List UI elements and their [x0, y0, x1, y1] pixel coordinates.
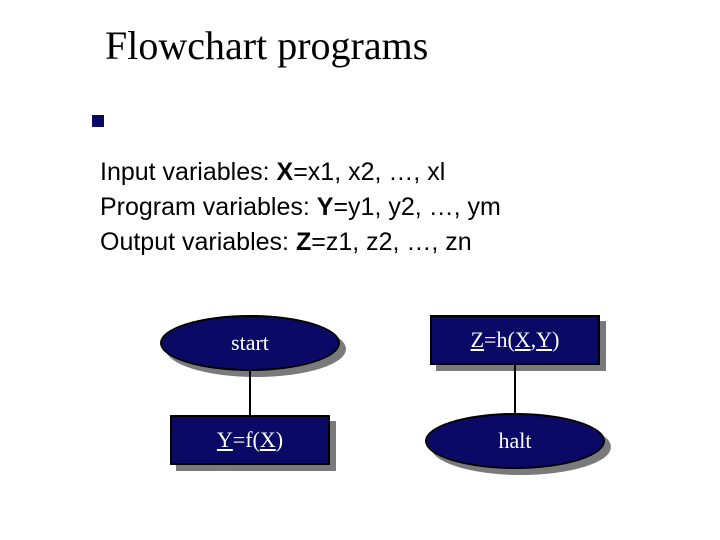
text: Input variables: [100, 158, 277, 186]
node-shape: start [160, 315, 340, 371]
text-underline: Y [217, 427, 233, 452]
assign-z-node: Z=h(X,Y) [430, 315, 600, 365]
node-label: start [231, 330, 269, 356]
slide: Flowchart programs Input variables: X=x1… [0, 0, 720, 540]
text: =x1, x2, …, xl [293, 158, 445, 186]
text-bold: X [277, 158, 294, 186]
node-shape: halt [425, 413, 605, 469]
text-underline: X [515, 327, 531, 352]
node-shape: Y=f(X) [170, 415, 330, 465]
program-vars-line: Program variables: Y=y1, y2, …, ym [100, 190, 501, 225]
start-node: start [160, 315, 340, 371]
text-bold: Z [296, 228, 311, 256]
text-underline: Y [536, 327, 552, 352]
connector [514, 365, 516, 413]
text: ) [552, 327, 559, 352]
text-bold: Y [317, 193, 334, 221]
halt-node: halt [425, 413, 605, 469]
text-underline: Z [471, 327, 484, 352]
text-underline: X [260, 427, 276, 452]
text: ) [276, 427, 283, 452]
node-label: halt [499, 428, 532, 454]
page-title: Flowchart programs [105, 22, 428, 69]
body-text: Input variables: X=x1, x2, …, xl Program… [100, 155, 501, 260]
text: =f( [233, 427, 260, 452]
assign-y-node: Y=f(X) [170, 415, 330, 465]
output-vars-line: Output variables: Z=z1, z2, …, zn [100, 225, 501, 260]
text: =y1, y2, …, ym [333, 193, 500, 221]
text: Program variables: [100, 193, 317, 221]
node-label: Z=h(X,Y) [471, 327, 560, 353]
text: =z1, z2, …, zn [311, 228, 472, 256]
input-vars-line: Input variables: X=x1, x2, …, xl [100, 155, 501, 190]
text: Output variables: [100, 228, 296, 256]
node-shape: Z=h(X,Y) [430, 315, 600, 365]
text: =h( [484, 327, 515, 352]
node-label: Y=f(X) [217, 427, 283, 453]
connector [249, 371, 251, 415]
title-accent-square [92, 115, 104, 127]
